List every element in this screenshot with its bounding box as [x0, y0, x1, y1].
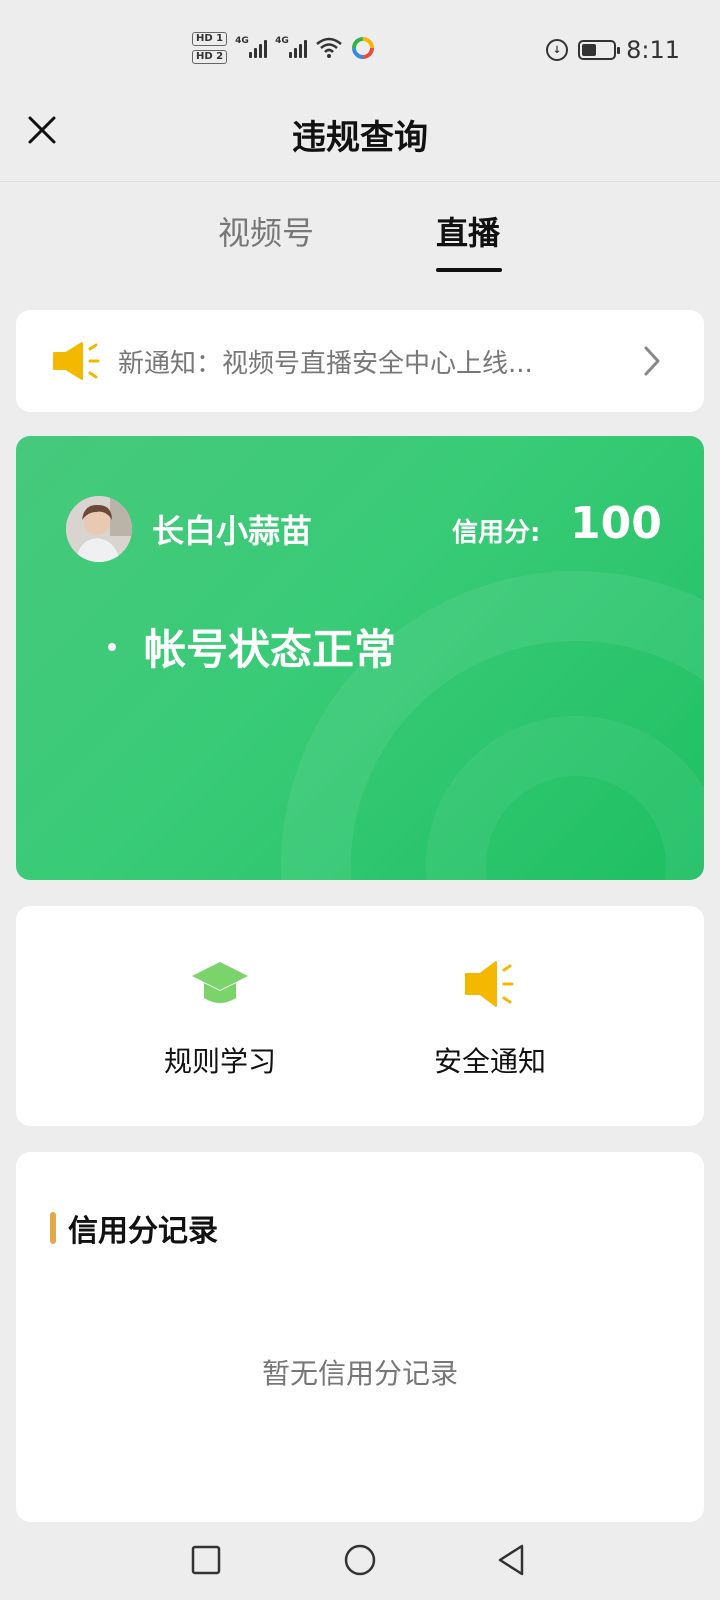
rules-learning-label: 规则学习 [163, 1045, 276, 1078]
app-sync-icon [352, 37, 375, 59]
signal-icon: 4G [275, 36, 308, 58]
graduation-cap-icon [192, 962, 248, 1003]
sim2-badge: HD 2 [192, 50, 228, 64]
records-heading: 信用分记录 [50, 1206, 218, 1250]
square-icon[interactable] [186, 1540, 226, 1580]
empty-state-text: 暂无信用分记录 [261, 1357, 458, 1390]
signal-icon: 4G [235, 36, 268, 58]
records-title: 信用分记录 [68, 1214, 218, 1249]
actions-card: 规则学习 安全通知 [16, 906, 704, 1126]
status-right: ↓ 8:11 [546, 36, 680, 64]
heading-accent-bar [50, 1212, 56, 1244]
tab-bar: 视频号 直播 [0, 182, 720, 278]
tab-live[interactable]: 直播 [436, 208, 500, 254]
status-bar: HD 1 HD 2 4G 4G ↓ 8:11 [0, 0, 720, 100]
tab-channels[interactable]: 视频号 [218, 208, 314, 254]
network1-label: 4G [235, 36, 249, 46]
triangle-back-icon[interactable] [492, 1540, 532, 1580]
clock: 8:11 [626, 36, 680, 64]
network2-label: 4G [275, 36, 289, 46]
wifi-icon [316, 37, 342, 58]
safety-notice-button[interactable]: 安全通知 [380, 956, 600, 1080]
notice-text: 新通知：视频号直播安全中心上线... [118, 348, 533, 379]
page-title: 违规查询 [292, 118, 428, 158]
account-status: 帐号状态正常 [144, 625, 397, 674]
credit-records-card: 信用分记录 暂无信用分记录 [16, 1152, 704, 1522]
user-name: 长白小蒜苗 [152, 512, 313, 550]
avatar [66, 496, 132, 562]
credit-label: 信用分: [452, 518, 541, 548]
speaker-icon [465, 961, 514, 1007]
battery-icon [578, 40, 621, 60]
status-left: HD 1 HD 2 4G 4G [192, 32, 375, 64]
bullet-dot [108, 642, 116, 651]
chevron-right-icon [644, 346, 660, 376]
active-tab-indicator [436, 268, 502, 272]
speaker-icon [53, 342, 100, 380]
credit-score: 100 [570, 498, 662, 549]
system-navigation-bar [0, 1522, 720, 1600]
notice-banner[interactable]: 新通知：视频号直播安全中心上线... [16, 310, 704, 412]
rules-learning-button[interactable]: 规则学习 [110, 956, 330, 1080]
sim1-badge: HD 1 [192, 32, 228, 46]
circle-icon[interactable] [340, 1540, 380, 1580]
account-status-card: 长白小蒜苗 信用分: 100 帐号状态正常 [16, 436, 704, 880]
safety-notice-label: 安全通知 [433, 1045, 546, 1078]
account-status-row: 帐号状态正常 [108, 616, 396, 677]
data-saver-icon: ↓ [546, 39, 569, 61]
sim-indicators: HD 1 HD 2 [192, 32, 228, 64]
header: 违规查询 [0, 100, 720, 182]
